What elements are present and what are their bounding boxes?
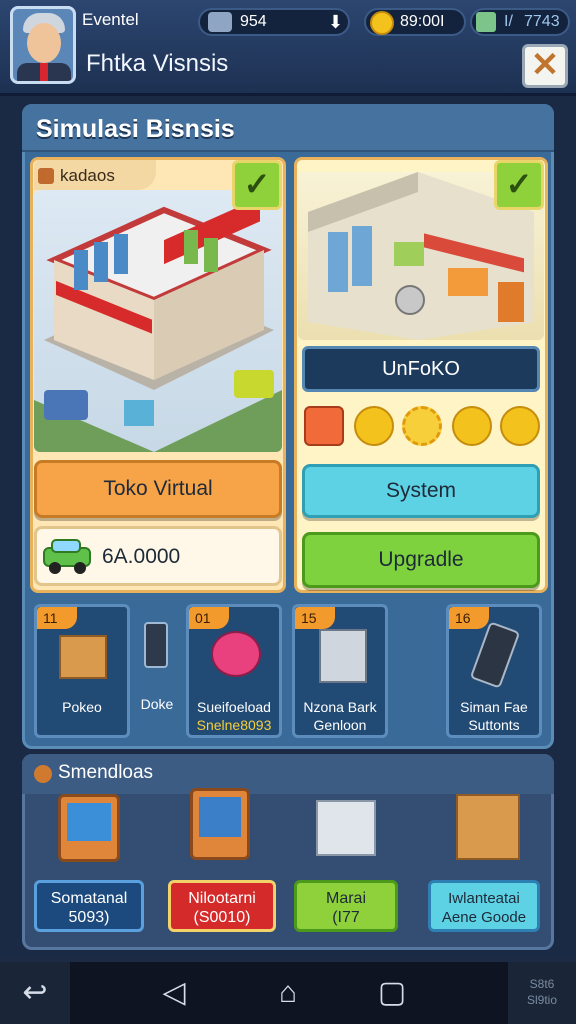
item-label: Sueifoeload (197, 699, 271, 715)
back-arrow-icon[interactable]: ↩ (0, 962, 70, 1024)
shop-button[interactable]: Marai (I77 (294, 880, 398, 932)
item-card[interactable]: 11 Pokeo (34, 604, 130, 738)
coin-icon (370, 11, 394, 35)
close-button[interactable]: ✕ (522, 44, 568, 88)
shop-sublabel: (I77 (332, 909, 360, 926)
car-icon (43, 539, 91, 574)
check-icon: ✓ (243, 166, 271, 202)
billboard-screen (199, 797, 241, 837)
item-card[interactable]: Doke (134, 604, 180, 738)
system-button[interactable]: System (302, 464, 540, 518)
phone-icon (144, 622, 168, 668)
shop-sublabel: Aene Goode (441, 909, 527, 926)
tv-icon (58, 794, 120, 862)
item-label: Siman Fae (460, 699, 528, 715)
cash-counter[interactable]: 954 ⬇ (198, 8, 350, 36)
upgrade-button[interactable]: Upgradle (302, 532, 540, 588)
avatar-tie (40, 63, 48, 81)
coin-value: 89:00I (400, 13, 445, 30)
item-card[interactable]: 16 Siman Fae Suttonts (446, 604, 542, 738)
corner-line-2: Sl9tio (526, 993, 558, 1007)
reward-coin-row (302, 404, 542, 454)
shop-button[interactable]: Iwlanteatai Aene Goode (428, 880, 540, 932)
shop-sublabel: 5093) (68, 909, 110, 926)
coin-icon (452, 406, 492, 446)
shop-button[interactable]: Nilootarni (S0010) (168, 880, 276, 932)
item-label: Pokeo (62, 699, 102, 715)
item-label: Doke (140, 696, 174, 712)
item-sublabel: Genloon (313, 717, 367, 733)
coin-icon (354, 406, 394, 446)
shop-button[interactable]: Somatanal 5093) (34, 880, 144, 932)
section-icon (34, 765, 52, 783)
bills-icon (476, 12, 496, 32)
left-card-check-badge[interactable]: ✓ (232, 160, 282, 210)
right-card-check-badge[interactable]: ✓ (494, 160, 544, 210)
badge-icon (211, 631, 261, 677)
coin-counter[interactable]: 89:00I (364, 8, 466, 36)
shop-section-title: Smendloas (58, 762, 154, 783)
item-number: 15 (295, 607, 335, 629)
cash-value: 954 (240, 13, 267, 30)
box-icon (456, 794, 520, 860)
store-name-bar: UnFoKO (302, 346, 540, 392)
ticket-icon (304, 406, 344, 446)
item-label: Nzona Bark (303, 699, 377, 715)
coin-icon (500, 406, 540, 446)
item-sublabel: Snelne8093 (196, 717, 272, 733)
nav-back-icon[interactable]: ◁ (146, 962, 202, 1024)
bills-counter[interactable]: I/ 7743 (470, 8, 570, 36)
nav-recents-icon[interactable]: ▢ (364, 962, 420, 1024)
bills-prefix: I/ (504, 13, 513, 30)
shop-sublabel: (S0010) (193, 909, 251, 926)
item-number: 11 (37, 607, 77, 629)
player-avatar[interactable] (10, 6, 76, 84)
item-number: 01 (189, 607, 229, 629)
item-card[interactable]: 15 Nzona Bark Genloon (292, 604, 388, 738)
store-illustration (34, 190, 282, 452)
shop-label: Iwlanteatai (448, 890, 520, 907)
page-title: Fhtka Visnsis (86, 50, 229, 77)
bills-value: 7743 (524, 13, 560, 30)
check-icon: ✓ (505, 166, 533, 202)
store-price: 6A.0000 (102, 545, 181, 568)
item-card[interactable]: 01 Sueifoeload Snelne8093 (186, 604, 282, 738)
toko-virtual-button[interactable]: Toko Virtual (34, 460, 282, 518)
box-icon (59, 635, 107, 679)
nav-home-icon[interactable]: ⌂ (260, 962, 316, 1024)
item-number: 16 (449, 607, 489, 629)
cash-icon (208, 12, 232, 32)
navbar-corner-widget: S8t6 Sl9tio (508, 962, 576, 1024)
close-icon: ✕ (530, 46, 560, 84)
sun-coin-icon (402, 406, 442, 446)
shop-label: Nilootarni (188, 890, 256, 907)
store-tag-label: kadaos (60, 166, 115, 185)
store-tag-icon (38, 168, 54, 184)
cart-icon (319, 629, 367, 683)
shop-label: Somatanal (50, 890, 128, 907)
shop-label: Marai (325, 890, 366, 907)
tv-screen (67, 803, 111, 841)
smartphone-icon (469, 621, 521, 689)
crate-icon (316, 800, 376, 856)
avatar-face (27, 23, 61, 63)
event-label: Eventel (82, 10, 139, 29)
arrow-down-icon: ⬇ (328, 12, 344, 32)
panel-title: Simulasi Bisnsis (36, 115, 235, 143)
billboard-icon (190, 788, 250, 860)
item-sublabel: Suttonts (468, 717, 520, 733)
corner-line-1: S8t6 (529, 977, 555, 991)
